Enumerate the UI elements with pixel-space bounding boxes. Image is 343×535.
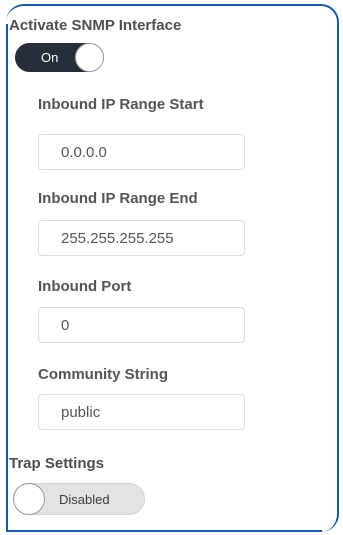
toggle-knob [75,43,104,72]
panel-border-bottom [6,530,322,532]
community-string-label: Community String [38,366,168,383]
inbound-port-input[interactable] [38,307,245,343]
inbound-ip-range-end-label: Inbound IP Range End [38,190,198,207]
snmp-settings-panel [6,4,339,532]
panel-border-left [6,24,8,532]
snmp-interface-toggle[interactable]: On [15,43,104,72]
inbound-port-label: Inbound Port [38,278,132,295]
toggle-knob [13,483,45,515]
inbound-ip-range-end-input[interactable] [38,220,245,256]
community-string-input[interactable] [38,394,245,430]
snmp-interface-label: Activate SNMP Interface [9,17,182,34]
trap-settings-label: Trap Settings [9,455,105,472]
inbound-ip-range-start-label: Inbound IP Range Start [38,96,204,113]
snmp-toggle-state-label: On [41,50,59,65]
inbound-ip-range-start-input[interactable] [38,134,245,170]
trap-settings-toggle[interactable]: Disabled [13,483,145,515]
trap-toggle-state-label: Disabled [59,492,110,507]
